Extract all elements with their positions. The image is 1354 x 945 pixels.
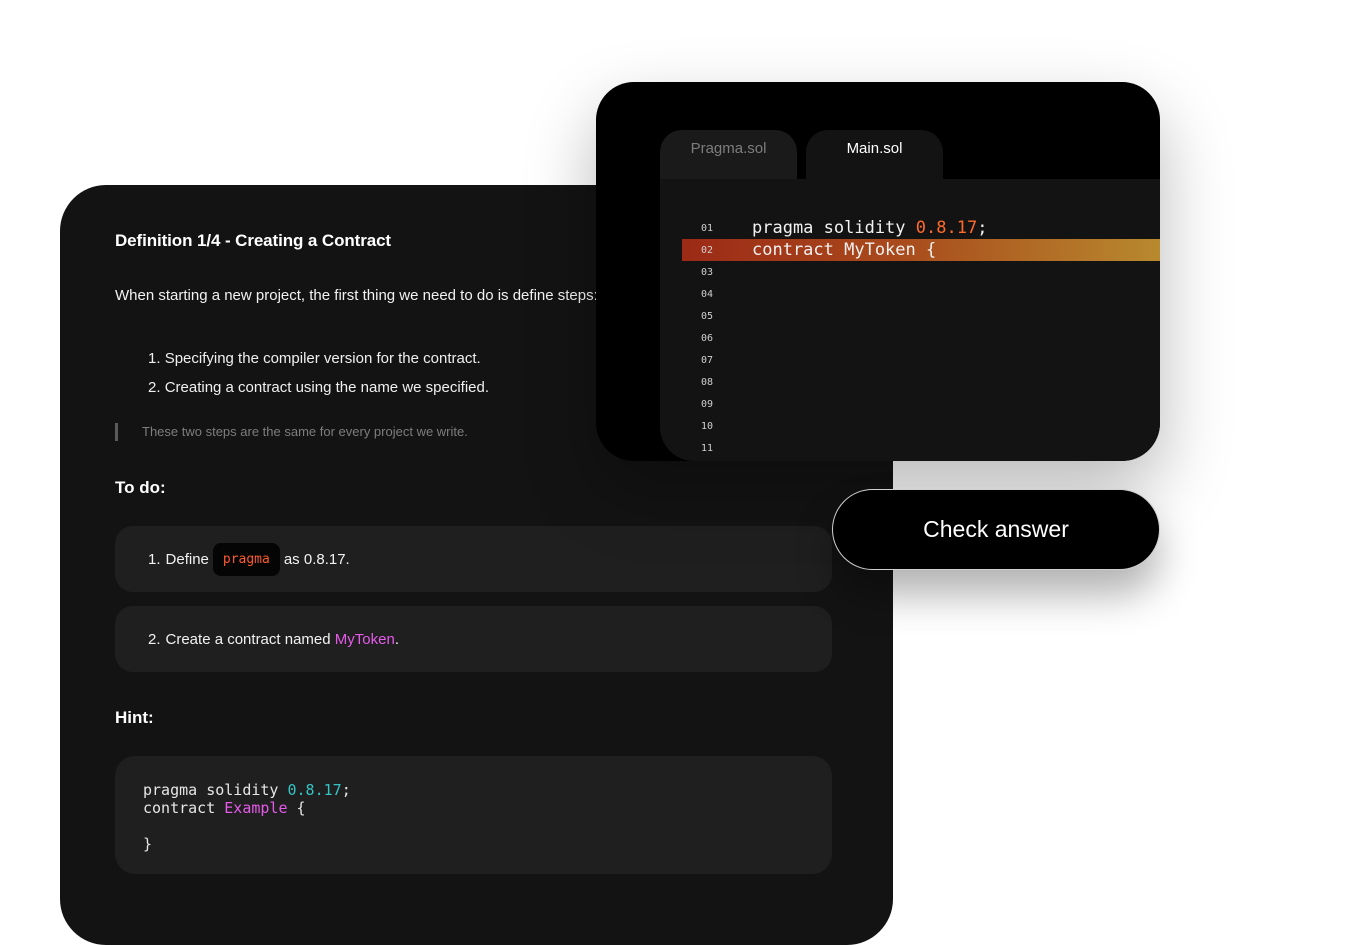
code-line[interactable]: 11: [682, 437, 1160, 459]
code-line[interactable]: 09: [682, 393, 1160, 415]
code-line[interactable]: 08: [682, 371, 1160, 393]
check-answer-button[interactable]: Check answer: [832, 489, 1160, 570]
code-line[interactable]: 01 pragma solidity 0.8.17;: [682, 217, 1160, 239]
line-number: 07: [701, 354, 714, 366]
list-item: 2. Creating a contract using the name we…: [148, 377, 489, 406]
tab-main-sol[interactable]: Main.sol: [806, 130, 943, 182]
code-text: contract MyToken {: [752, 240, 937, 260]
todo-item-create-contract: 2. Create a contract named MyToken.: [115, 606, 832, 672]
step-text: Specifying the compiler version for the …: [164, 350, 481, 367]
line-number: 11: [701, 442, 714, 454]
todo-text: Define: [165, 550, 209, 568]
todo-text: Create a contract named: [165, 630, 331, 648]
step-number: 2.: [148, 379, 161, 396]
code-token: ;: [341, 781, 351, 799]
todo-text: .: [394, 630, 399, 648]
contract-name-highlight: MyToken: [334, 630, 395, 648]
todo-text: as 0.8.17.: [283, 550, 350, 568]
code-line[interactable]: 04: [682, 283, 1160, 305]
todo-number: 2.: [148, 630, 161, 648]
code-token: pragma solidity: [143, 781, 288, 799]
line-number: 02: [701, 244, 714, 256]
todo-item-define-pragma: 1. Define pragma as 0.8.17.: [115, 526, 832, 592]
code-version: 0.8.17: [287, 781, 342, 799]
code-token: ;: [977, 218, 988, 238]
code-line[interactable]: 10: [682, 415, 1160, 437]
code-token: contract: [143, 799, 225, 817]
step-text: Creating a contract using the name we sp…: [164, 379, 490, 396]
code-line[interactable]: 06: [682, 327, 1160, 349]
steps-list: 1. Specifying the compiler version for t…: [148, 348, 489, 406]
code-token: pragma solidity: [752, 218, 916, 238]
todo-heading: To do:: [115, 478, 166, 497]
line-number: 08: [701, 376, 714, 388]
line-number: 01: [701, 222, 714, 234]
code-line[interactable]: 03: [682, 261, 1160, 283]
code-editor: Pragma.sol Main.sol 01 pragma solidity 0…: [596, 82, 1160, 461]
code-line[interactable]: 07: [682, 349, 1160, 371]
code-token: }: [143, 835, 153, 853]
hint-heading: Hint:: [115, 708, 154, 727]
line-number: 09: [701, 398, 714, 410]
code-area[interactable]: 01 pragma solidity 0.8.17; 02 contract M…: [660, 179, 1160, 461]
code-line-highlighted[interactable]: 02 contract MyToken {: [682, 239, 1160, 261]
code-token: {: [287, 799, 306, 817]
line-number: 03: [701, 266, 714, 278]
line-number: 10: [701, 420, 714, 432]
code-line[interactable]: 05: [682, 305, 1160, 327]
hint-code-block: pragma solidity 0.8.17; contract Example…: [115, 756, 832, 874]
code-version: 0.8.17: [915, 218, 978, 238]
todo-number: 1.: [148, 550, 161, 568]
code-contract-name: Example: [224, 799, 288, 817]
code-text: pragma solidity 0.8.17;: [732, 218, 987, 238]
line-number: 06: [701, 332, 714, 344]
code-chip-pragma: pragma: [212, 542, 280, 576]
lesson-title: Definition 1/4 - Creating a Contract: [115, 231, 391, 250]
list-item: 1. Specifying the compiler version for t…: [148, 348, 489, 377]
tab-pragma-sol[interactable]: Pragma.sol: [660, 130, 797, 182]
step-number: 1.: [148, 350, 161, 367]
note-quote: These two steps are the same for every p…: [115, 423, 468, 441]
line-number: 05: [701, 310, 714, 322]
lesson-intro: When starting a new project, the first t…: [115, 287, 598, 304]
line-number: 04: [701, 288, 714, 300]
